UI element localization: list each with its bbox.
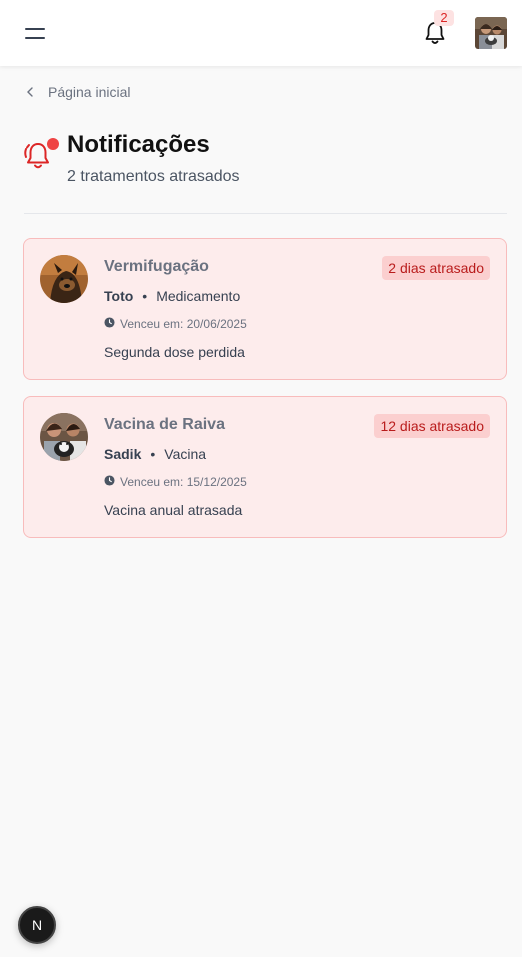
- treatment-meta: Sadik • Vacina: [104, 446, 206, 462]
- user-avatar[interactable]: [475, 17, 507, 49]
- notification-card[interactable]: Vacina de Raiva 12 dias atrasado Sadik •…: [23, 396, 507, 538]
- bell-alert-icon: [22, 136, 62, 176]
- breadcrumb-home-link[interactable]: Página inicial: [48, 84, 131, 100]
- treatment-note: Segunda dose perdida: [104, 344, 245, 360]
- pet-photo: [40, 413, 88, 461]
- chevron-left-icon: [26, 85, 34, 100]
- dev-indicator-label: N: [31, 917, 43, 933]
- treatment-title: Vacina de Raiva: [104, 416, 225, 433]
- menu-icon[interactable]: [20, 20, 50, 46]
- meta-separator: •: [142, 288, 148, 304]
- notification-count-badge: 2: [434, 10, 454, 26]
- page-subtitle: 2 tratamentos atrasados: [67, 168, 240, 185]
- overdue-badge: 2 dias atrasado: [382, 256, 490, 280]
- treatment-title: Vermifugação: [104, 258, 209, 275]
- pet-name: Sadik: [104, 446, 142, 462]
- pet-name: Toto: [104, 288, 134, 304]
- treatment-meta: Toto • Medicamento: [104, 288, 240, 304]
- breadcrumb[interactable]: Página inicial: [26, 82, 131, 102]
- due-date-text: Venceu em: 15/12/2025: [120, 475, 247, 489]
- due-date-text: Venceu em: 20/06/2025: [120, 317, 247, 331]
- pet-photo: [40, 255, 88, 303]
- clock-icon: [104, 317, 115, 331]
- divider: [24, 213, 507, 214]
- notification-card[interactable]: Vermifugação 2 dias atrasado Toto • Medi…: [23, 238, 507, 380]
- dev-indicator-button[interactable]: N: [18, 906, 56, 944]
- due-date: Venceu em: 20/06/2025: [104, 317, 247, 331]
- page-title: Notificações: [67, 131, 210, 158]
- treatment-note: Vacina anual atrasada: [104, 502, 243, 518]
- treatment-type: Medicamento: [156, 288, 241, 304]
- clock-icon: [104, 475, 115, 489]
- due-date: Venceu em: 15/12/2025: [104, 475, 247, 489]
- overdue-badge: 12 dias atrasado: [374, 414, 490, 438]
- top-bar: 2: [0, 0, 522, 66]
- meta-separator: •: [150, 446, 156, 462]
- treatment-type: Vacina: [164, 446, 207, 462]
